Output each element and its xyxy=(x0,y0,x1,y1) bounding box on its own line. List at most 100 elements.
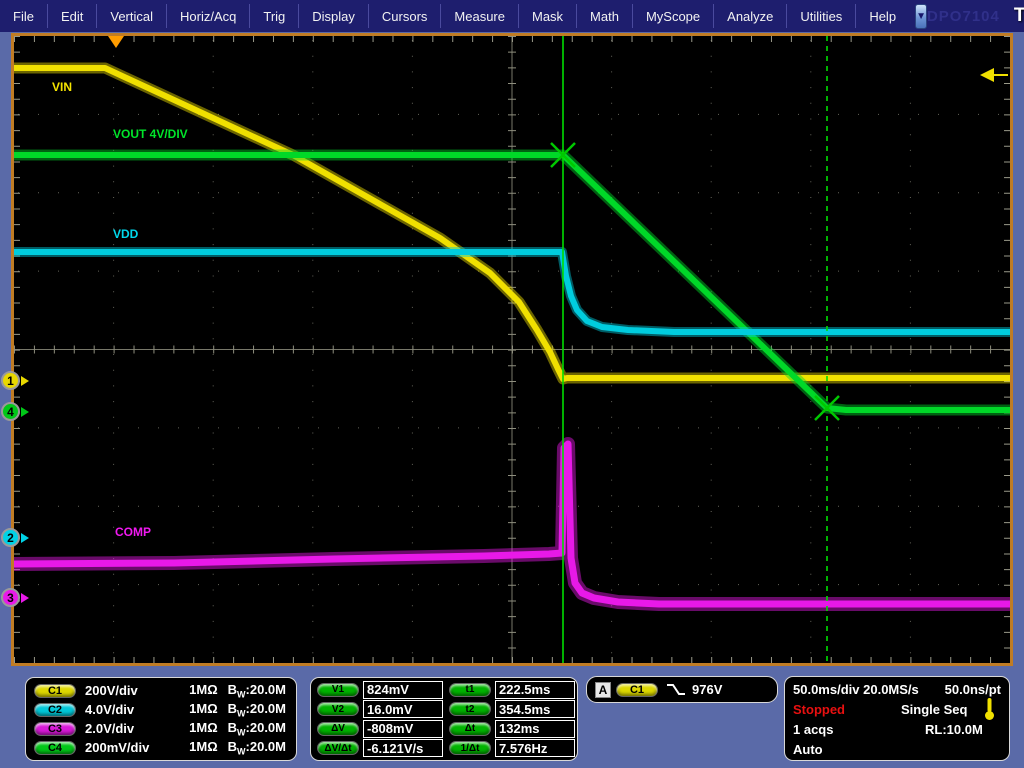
trigger-source-pill[interactable]: C1 xyxy=(616,683,658,697)
cursor-row-vt: ΔV/Δt -6.121V/s xyxy=(317,739,443,758)
impedance-value: 1MΩ xyxy=(189,739,217,754)
menu-item-cursors[interactable]: Cursors xyxy=(369,0,441,32)
bandwidth-value: BW:20.0M xyxy=(228,739,286,757)
readout-bar: C1200V/div1MΩBW:20.0MC24.0V/div1MΩBW:20.… xyxy=(0,668,1024,768)
cursor-row-t1: t1222.5ms xyxy=(449,680,575,699)
impedance-value: 1MΩ xyxy=(189,720,217,735)
channel-pill-c1[interactable]: C1 xyxy=(34,684,76,698)
menu-item-measure[interactable]: Measure xyxy=(441,0,518,32)
channel-scale: 200mV/div xyxy=(85,740,149,755)
record-length: RL:10.0M xyxy=(925,722,983,737)
channel-pill-c3[interactable]: C3 xyxy=(34,722,76,736)
cursor-value: 354.5ms xyxy=(495,700,575,718)
cursor-value: -808mV xyxy=(363,720,443,738)
trigger-level-arrow-icon[interactable] xyxy=(980,68,994,82)
chevron-down-icon: ▼ xyxy=(916,11,926,22)
channel-settings-panel: C1200V/div1MΩBW:20.0MC24.0V/div1MΩBW:20.… xyxy=(25,677,297,761)
channel-coupling: 1MΩ BW:20.0M xyxy=(189,682,286,700)
trace-label-comp: COMP xyxy=(115,525,151,539)
cursor-pill[interactable]: t1 xyxy=(449,683,491,697)
menu-item-edit[interactable]: Edit xyxy=(48,0,96,32)
menu-item-help[interactable]: Help xyxy=(856,0,909,32)
channel-1-badge: 1 xyxy=(1,371,20,390)
channel-scale: 200V/div xyxy=(85,683,138,698)
cursor-voltage-column: V1824mV V2 16.0mV ΔV -808mV ΔV/Δt -6.121V/s xyxy=(317,680,443,758)
right-arrow-icon xyxy=(21,593,29,603)
menu-item-display[interactable]: Display xyxy=(299,0,368,32)
trigger-level-value: 976V xyxy=(692,682,722,697)
channel-2-ground-marker[interactable]: 2 xyxy=(1,528,29,547)
menu-bar: FileEditVerticalHoriz/AcqTrigDisplayCurs… xyxy=(0,0,1024,32)
menu-item-mask[interactable]: Mask xyxy=(519,0,576,32)
titlebar-right: DPO7104 Tek — X xyxy=(927,3,1024,29)
menu-item-trig[interactable]: Trig xyxy=(250,0,298,32)
menu-items: FileEditVerticalHoriz/AcqTrigDisplayCurs… xyxy=(0,0,909,32)
cursor-row-t2: t2 354.5ms xyxy=(449,700,575,719)
channel-4-badge: 4 xyxy=(1,402,20,421)
impedance-value: 1MΩ xyxy=(189,682,217,697)
channel-coupling: 1MΩ BW:20.0M xyxy=(189,720,286,738)
cursor-pill[interactable]: 1/Δt xyxy=(449,741,491,755)
cursor-value: -6.121V/s xyxy=(363,739,443,757)
trace-label-vout: VOUT 4V/DIV xyxy=(113,127,188,141)
channel-row-c3: C3 2.0V/div 1MΩ BW:20.0M xyxy=(34,719,286,738)
cursor-value: 132ms xyxy=(495,720,575,738)
waveform-display[interactable]: VIN VOUT 4V/DIV VDD COMP xyxy=(11,33,1013,666)
bandwidth-value: BW:20.0M xyxy=(228,720,286,738)
cursor-pill[interactable]: V1 xyxy=(317,683,359,697)
right-arrow-icon xyxy=(21,407,29,417)
menu-dropdown-button[interactable]: ▼ xyxy=(915,4,927,29)
tek-logo: Tek xyxy=(1014,5,1024,27)
model-label: DPO7104 xyxy=(927,8,1000,25)
menu-item-analyze[interactable]: Analyze xyxy=(714,0,786,32)
menu-item-horiz-acq[interactable]: Horiz/Acq xyxy=(167,0,249,32)
cursor-row-v1: V1824mV xyxy=(317,680,443,699)
horizontal-acquisition-panel: 50.0ms/div 20.0MS/s 50.0ns/pt Stopped Si… xyxy=(784,676,1010,761)
cursor-time-column: t1222.5mst2354.5msΔt132ms1/Δt7.576Hz xyxy=(449,680,575,758)
cursor-readout-panel: V1824mV V2 16.0mV ΔV -808mV ΔV/Δt -6.121V/s t1… xyxy=(310,677,578,761)
channel-2-badge: 2 xyxy=(1,528,20,547)
falling-edge-icon xyxy=(665,681,687,698)
channel-row-c2: C2 4.0V/div 1MΩBW:20.0M xyxy=(34,700,286,719)
channel-scale: 4.0V/div xyxy=(85,702,134,717)
trigger-position-marker[interactable] xyxy=(108,36,124,48)
channel-3-ground-marker[interactable]: 3 xyxy=(1,588,29,607)
trigger-mode: Auto xyxy=(793,742,823,757)
channel-coupling: 1MΩBW:20.0M xyxy=(189,701,286,719)
right-arrow-icon xyxy=(21,533,29,543)
resolution-value: 50.0ns/pt xyxy=(945,682,1001,697)
cursor-pill[interactable]: V2 xyxy=(317,702,359,716)
channel-scale: 2.0V/div xyxy=(85,721,134,736)
menu-item-utilities[interactable]: Utilities xyxy=(787,0,855,32)
acquisition-status: Stopped xyxy=(793,702,845,717)
right-arrow-icon xyxy=(21,376,29,386)
timebase-value: 50.0ms/div xyxy=(793,682,860,697)
acquisition-mode: Single Seq xyxy=(901,702,967,717)
cursor-pill[interactable]: Δt xyxy=(449,722,491,736)
cursor-value: 16.0mV xyxy=(363,700,443,718)
bandwidth-value: BW:20.0M xyxy=(228,682,286,700)
channel-pill-c4[interactable]: C4 xyxy=(34,741,76,755)
trace-label-vin: VIN xyxy=(52,80,72,94)
display-area: VIN VOUT 4V/DIV VDD COMP 1 4 2 3 xyxy=(0,32,1024,668)
channel-4-ground-marker[interactable]: 4 xyxy=(1,402,29,421)
menu-item-file[interactable]: File xyxy=(0,0,47,32)
cursor-pill[interactable]: t2 xyxy=(449,702,491,716)
acquisitions-count: 1 acqs xyxy=(793,722,833,737)
cursor-pill[interactable]: ΔV xyxy=(317,722,359,736)
channel-1-ground-marker[interactable]: 1 xyxy=(1,371,29,390)
trigger-panel: A C1 976V xyxy=(586,676,778,703)
menu-item-math[interactable]: Math xyxy=(577,0,632,32)
cursor-row-v: ΔV -808mV xyxy=(317,719,443,738)
menu-item-vertical[interactable]: Vertical xyxy=(97,0,166,32)
thermometer-icon xyxy=(984,697,995,721)
menu-item-myscope[interactable]: MyScope xyxy=(633,0,713,32)
channel-3-badge: 3 xyxy=(1,588,20,607)
channel-row-c4: C4 200mV/div 1MΩ BW:20.0M xyxy=(34,738,286,757)
channel-row-c1: C1 200V/div 1MΩ BW:20.0M xyxy=(34,681,286,700)
cursor-pill[interactable]: ΔV/Δt xyxy=(317,741,359,755)
bandwidth-value: BW:20.0M xyxy=(228,701,286,719)
cursor-row-t: Δt 132ms xyxy=(449,719,575,738)
cursor-row-v2: V2 16.0mV xyxy=(317,700,443,719)
channel-pill-c2[interactable]: C2 xyxy=(34,703,76,717)
